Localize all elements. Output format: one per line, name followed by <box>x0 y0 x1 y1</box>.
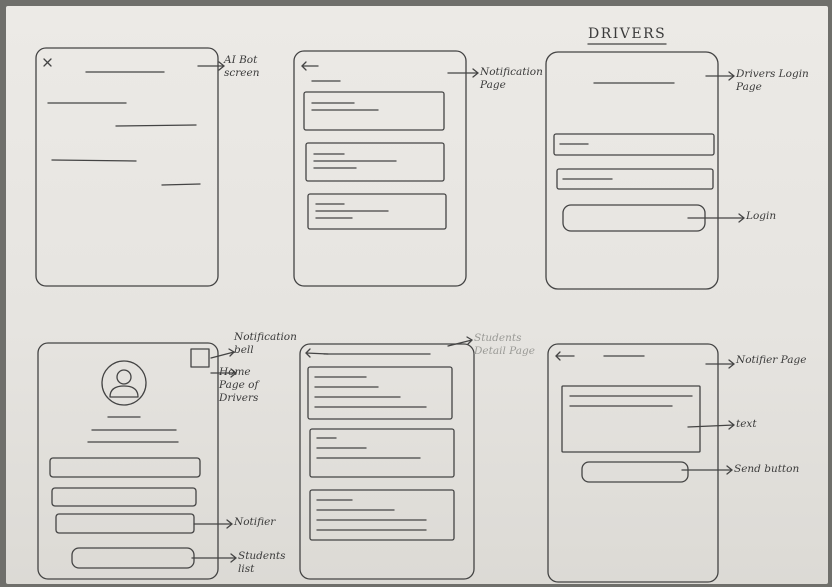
back-arrow-icon <box>301 61 319 71</box>
wireframe-sketch <box>35 43 745 583</box>
user-message-line <box>115 124 197 127</box>
notifier-button <box>55 513 195 534</box>
ai-bot-screen <box>35 47 225 287</box>
notification-bell-icon <box>190 348 210 368</box>
home-page-screen <box>37 342 237 580</box>
section-title: DRIVERS <box>588 26 667 42</box>
notification-page-screen <box>293 50 479 287</box>
notifier-page-label: Notifier Page <box>736 354 807 366</box>
students-detail-label: Students Detail Page <box>474 332 535 358</box>
back-arrow-icon <box>555 351 575 361</box>
students-list-button <box>71 547 195 569</box>
send-button <box>581 461 689 483</box>
login-phone-frame <box>545 51 719 290</box>
bot-message-line <box>51 159 137 162</box>
home-phone-frame <box>37 342 219 580</box>
student-card <box>309 489 455 541</box>
student-card <box>307 366 453 420</box>
home-page-label: Home Page of Drivers <box>219 366 259 405</box>
notifier-phone-frame <box>547 343 719 583</box>
ai-bot-label: AI Bot screen <box>224 54 260 80</box>
notification-page-label: Notification Page <box>480 66 543 92</box>
notifier-button-label: Notifier <box>234 516 276 528</box>
notification-card <box>303 91 445 131</box>
students-detail-screen <box>299 336 475 580</box>
student-card <box>309 428 455 478</box>
avatar-icon <box>101 360 147 406</box>
text-arrow <box>687 424 735 428</box>
menu-button <box>51 487 197 507</box>
drivers-login-label: Drivers Login Page <box>736 68 809 94</box>
login-button <box>562 204 706 232</box>
sketch-paper: DRIVERS AI Bot screen Notification Page … <box>6 6 828 584</box>
notification-bell-label: Notification bell <box>234 331 297 357</box>
text-label: text <box>736 418 757 430</box>
students-list-label: Students list <box>238 550 286 576</box>
drivers-login-screen <box>545 43 745 290</box>
notifier-page-screen <box>547 343 735 583</box>
send-button-label: Send button <box>734 463 800 475</box>
user-message-line <box>161 183 201 186</box>
menu-button <box>49 457 201 478</box>
students-phone-frame <box>299 343 475 580</box>
ai-bot-phone-frame <box>35 47 219 287</box>
close-icon <box>43 58 52 67</box>
notification-card <box>305 142 445 182</box>
login-button-label: Login <box>746 210 777 222</box>
